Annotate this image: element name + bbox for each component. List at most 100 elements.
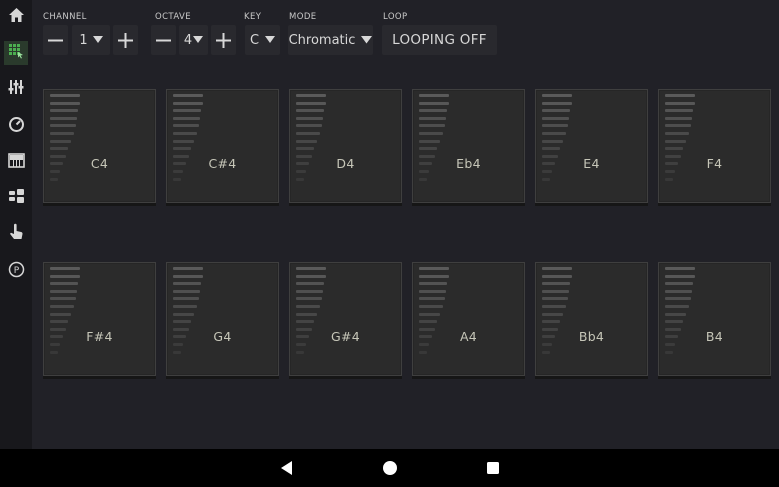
pad-c4[interactable]: C4 <box>43 89 156 203</box>
velocity-bar <box>542 139 563 143</box>
velocity-bar <box>419 177 427 181</box>
velocity-bar <box>173 177 181 181</box>
velocity-bar <box>296 177 304 181</box>
pad-a4[interactable]: A4 <box>412 262 525 376</box>
keyboard-icon <box>7 152 25 172</box>
velocity-bar <box>296 274 326 278</box>
velocity-bar <box>542 124 568 128</box>
channel-value: 1 <box>79 32 88 48</box>
velocity-bar <box>50 109 78 113</box>
sidebar-item-stack[interactable] <box>4 186 28 210</box>
velocity-bar <box>296 282 324 286</box>
velocity-bar <box>665 147 683 151</box>
velocity-bar <box>665 132 689 135</box>
pad-note-label: B4 <box>705 329 724 344</box>
octave-label: OCTAVE <box>155 12 192 22</box>
channel-plus-button[interactable] <box>113 25 138 55</box>
velocity-bar <box>50 282 78 286</box>
octave-select[interactable]: 4 <box>179 25 208 55</box>
velocity-bar <box>296 320 314 324</box>
pad-note-label: C4 <box>90 156 109 171</box>
velocity-bar <box>542 274 572 278</box>
velocity-bar <box>419 116 446 120</box>
octave-minus-button[interactable] <box>151 25 176 55</box>
pad-note-label: D4 <box>336 156 355 171</box>
velocity-bar <box>173 94 203 97</box>
velocity-bar <box>419 132 443 135</box>
pad-note-label: C#4 <box>208 156 237 171</box>
velocity-bar <box>50 267 80 270</box>
tempo-dial-icon <box>8 116 25 137</box>
velocity-bar <box>296 297 322 301</box>
mode-select[interactable]: Chromatic <box>288 25 373 55</box>
pad-g4[interactable]: G4 <box>166 262 279 376</box>
nav-recents-button[interactable] <box>484 459 502 477</box>
octave-plus-button[interactable] <box>211 25 236 55</box>
sidebar-item-pads[interactable] <box>4 41 28 65</box>
key-select[interactable]: C <box>245 25 280 55</box>
velocity-bar <box>665 297 691 301</box>
stack-icon <box>8 188 25 208</box>
velocity-bar <box>419 320 437 324</box>
system-nav-bar <box>0 449 779 487</box>
velocity-bar <box>542 101 572 105</box>
velocity-bar <box>542 297 568 301</box>
velocity-bar <box>419 147 437 151</box>
pad-csharp4[interactable]: C#4 <box>166 89 279 203</box>
velocity-bar <box>419 139 440 143</box>
velocity-bar <box>50 297 76 301</box>
velocity-bar <box>173 305 197 308</box>
channel-select[interactable]: 1 <box>72 25 110 55</box>
velocity-bar <box>173 289 200 293</box>
mixer-sliders-icon <box>8 79 24 99</box>
velocity-bar <box>296 101 326 105</box>
pad-fsharp4[interactable]: F#4 <box>43 262 156 376</box>
loop-toggle-button[interactable]: LOOPING OFF <box>382 25 497 55</box>
velocity-bar <box>173 297 199 301</box>
sidebar-item-home[interactable] <box>4 5 28 29</box>
velocity-bar <box>665 289 692 293</box>
pad-e4[interactable]: E4 <box>535 89 648 203</box>
velocity-bar <box>296 132 320 135</box>
velocity-bar <box>542 109 570 113</box>
velocity-bar <box>173 312 194 316</box>
velocity-bar <box>50 289 77 293</box>
loop-label: LOOP <box>383 12 408 22</box>
velocity-bar <box>173 116 200 120</box>
back-icon <box>278 461 296 481</box>
velocity-bar <box>173 147 191 151</box>
velocity-bar <box>542 94 572 97</box>
pad-gsharp4[interactable]: G#4 <box>289 262 402 376</box>
velocity-bar <box>665 94 695 97</box>
mode-value: Chromatic <box>288 32 356 48</box>
sidebar-item-keyboard[interactable] <box>4 150 28 174</box>
velocity-bar <box>173 320 191 324</box>
sidebar-item-mixer[interactable] <box>4 77 28 101</box>
nav-home-button[interactable] <box>381 459 399 477</box>
minus-icon <box>156 33 171 48</box>
pad-f4[interactable]: F4 <box>658 89 771 203</box>
velocity-bar <box>173 101 203 105</box>
pad-bb4[interactable]: Bb4 <box>535 262 648 376</box>
sidebar-item-tempo[interactable] <box>4 114 28 138</box>
sidebar-item-p[interactable]: P <box>4 259 28 283</box>
pad-d4[interactable]: D4 <box>289 89 402 203</box>
sidebar-item-touch[interactable] <box>4 222 28 246</box>
plus-icon <box>118 32 133 48</box>
velocity-bar <box>665 109 693 113</box>
velocity-bar <box>665 116 692 120</box>
channel-minus-button[interactable] <box>43 25 68 55</box>
pad-eb4[interactable]: Eb4 <box>412 89 525 203</box>
velocity-bar <box>542 177 550 181</box>
velocity-bar <box>296 147 314 151</box>
velocity-bar <box>50 305 74 308</box>
velocity-bar <box>173 282 201 286</box>
velocity-bar <box>542 320 560 324</box>
home-circle-icon <box>381 461 399 481</box>
velocity-bar <box>296 305 320 308</box>
velocity-bar <box>665 312 686 316</box>
velocity-bar <box>296 312 317 316</box>
nav-back-button[interactable] <box>278 459 296 477</box>
pad-b4[interactable]: B4 <box>658 262 771 376</box>
velocity-bar <box>50 124 76 128</box>
